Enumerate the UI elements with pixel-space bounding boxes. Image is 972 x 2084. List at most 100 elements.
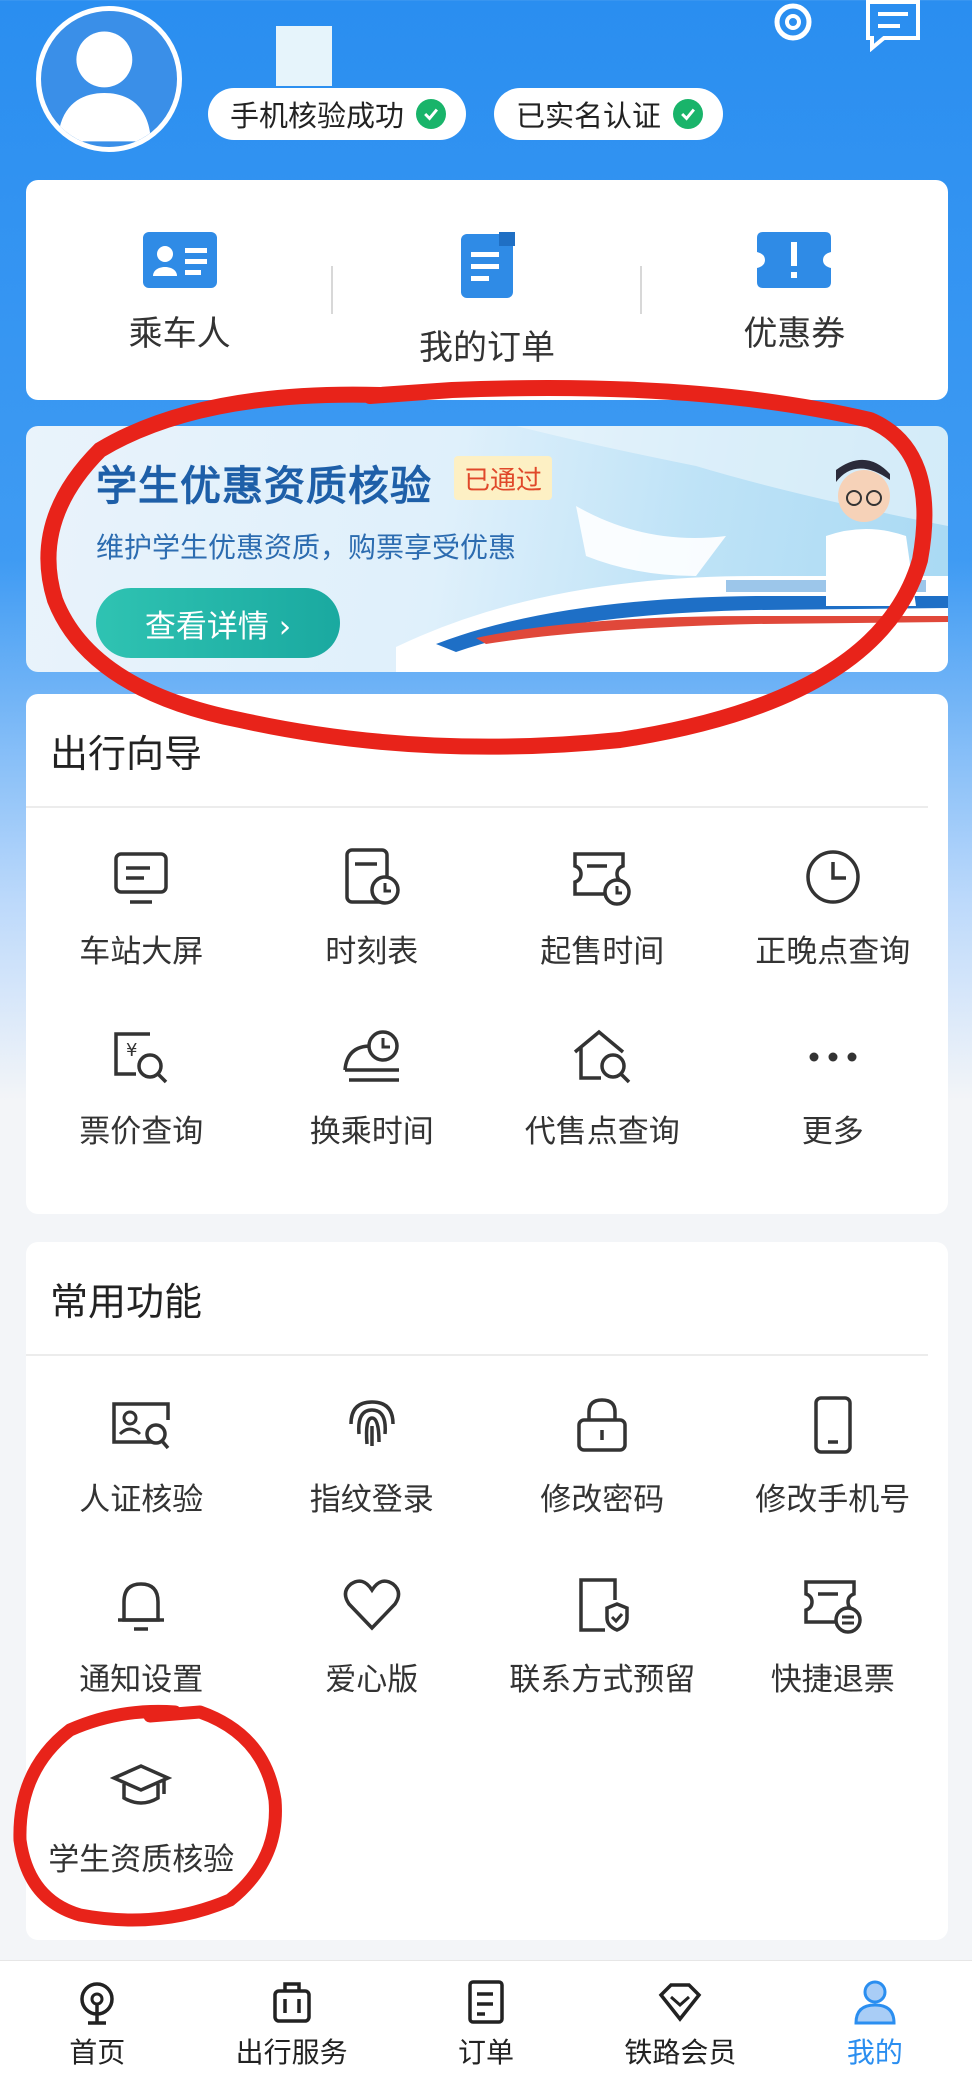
passengers-label: 乘车人 [128,314,231,354]
change-password-item[interactable]: 修改密码 [487,1394,718,1574]
timetable-item[interactable]: 时刻表 [257,846,488,1026]
messages-button[interactable] [862,0,924,53]
svg-text:¥: ¥ [126,1040,137,1061]
tab-label: 铁路会员 [624,2036,737,2069]
item-label: 时刻表 [325,934,419,970]
more-icon [809,1052,857,1062]
badge-label: 已实名认证 [516,99,662,133]
badge-label: 手机核验成功 [230,99,405,133]
item-label: 起售时间 [540,934,665,970]
banner-title: 学生优惠资质核验 [96,462,432,510]
contact-reserve-item[interactable]: 联系方式预留 [487,1574,718,1754]
price-search-icon: ¥ [114,1032,168,1084]
tab-label: 订单 [458,2036,515,2069]
tab-label: 首页 [69,2036,126,2069]
refund-ticket-icon [804,1580,862,1634]
id-verify-icon [112,1402,170,1450]
item-label: 代售点查询 [524,1114,680,1150]
passengers-button[interactable]: 乘车人 [26,180,333,400]
station-screen-icon [114,852,168,904]
item-label: 联系方式预留 [509,1662,696,1698]
change-phone-item[interactable]: 修改手机号 [718,1394,949,1574]
order-icon [468,1980,504,2024]
tab-travel-service[interactable]: 出行服务 [194,1961,388,2084]
clock-icon [806,850,860,904]
phone-verified-badge: 手机核验成功 [208,88,467,140]
student-qualification-banner[interactable]: 学生优惠资质核验 已通过 维护学生优惠资质，购票享受优惠 查看详情 › [26,426,948,672]
id-verify-item[interactable]: 人证核验 [26,1394,257,1574]
avatar[interactable] [36,6,182,152]
tab-home[interactable]: 首页 [0,1961,194,2084]
item-label: 学生资质核验 [48,1842,235,1878]
station-screen-item[interactable]: 车站大屏 [26,846,257,1026]
section-title: 出行向导 [26,694,928,808]
sale-time-icon [573,852,631,906]
username-redacted [276,26,332,86]
my-orders-button[interactable]: 我的订单 [333,180,640,400]
check-icon [416,99,447,129]
graduation-cap-icon [110,1764,173,1805]
banner-subtitle: 维护学生优惠资质，购票享受优惠 [96,531,517,564]
tab-mine[interactable]: 我的 [778,1961,972,2084]
common-functions-section: 常用功能 人证核验 指纹登录 修改密码 修改手机号 通知设置 爱心版 联系方式预… [26,1242,948,1940]
quick-actions-card: 乘车人 我的订单 优惠券 [26,180,948,400]
person-icon [854,1980,896,2025]
travel-guide-section: 出行向导 车站大屏 时刻表 起售时间 正晚点查询 ¥ 票价查询 换乘时间 代售点… [26,694,948,1214]
luggage-icon [272,1982,311,2023]
agency-search-icon [574,1029,631,1084]
item-label: 通知设置 [79,1662,204,1698]
coupons-button[interactable]: 优惠券 [641,180,948,400]
item-label: 更多 [801,1114,864,1150]
check-icon [673,99,704,129]
status-badge: 已通过 [454,456,553,500]
agency-query-item[interactable]: 代售点查询 [487,1026,718,1206]
coupon-icon [757,232,832,288]
transfer-time-icon [343,1030,399,1082]
tab-orders[interactable]: 订单 [389,1961,583,2084]
bell-icon [118,1582,165,1631]
id-card-icon [142,232,217,288]
home-icon [80,1982,114,2025]
price-query-item[interactable]: ¥ 票价查询 [26,1026,257,1206]
contact-shield-icon [579,1578,629,1632]
item-label: 指纹登录 [309,1482,434,1518]
tab-railway-member[interactable]: 铁路会员 [583,1961,777,2084]
lock-icon [577,1398,627,1452]
punctuality-query-item[interactable]: 正晚点查询 [718,846,949,1026]
fingerprint-icon [349,1400,395,1446]
my-orders-label: 我的订单 [418,328,555,368]
heart-icon [343,1579,400,1631]
quick-refund-item[interactable]: 快捷退票 [718,1574,949,1754]
sale-time-item[interactable]: 起售时间 [487,846,718,1026]
notification-settings-item[interactable]: 通知设置 [26,1574,257,1754]
view-details-button[interactable]: 查看详情 › [96,588,340,658]
item-label: 修改密码 [540,1482,665,1518]
tab-label: 出行服务 [235,2036,348,2069]
timetable-icon [345,848,400,905]
item-label: 换乘时间 [309,1114,434,1150]
item-label: 票价查询 [79,1114,204,1150]
item-label: 人证核验 [79,1482,204,1518]
tab-label: 我的 [846,2036,903,2069]
transfer-time-item[interactable]: 换乘时间 [257,1026,488,1206]
item-label: 车站大屏 [79,934,204,970]
item-label: 正晚点查询 [755,934,911,970]
more-item[interactable]: 更多 [718,1026,949,1206]
item-label: 快捷退票 [770,1662,895,1698]
coupons-label: 优惠券 [743,314,846,354]
section-title: 常用功能 [26,1242,928,1356]
phone-icon [814,1396,852,1454]
realname-verified-badge: 已实名认证 [494,88,724,140]
item-label: 修改手机号 [755,1482,911,1518]
item-label: 爱心版 [325,1662,419,1698]
care-mode-item[interactable]: 爱心版 [257,1574,488,1754]
order-doc-icon [460,232,515,298]
default-avatar-icon [57,31,151,142]
student-qualification-item[interactable]: 学生资质核验 [26,1754,257,1934]
message-icon [866,0,920,53]
gear-icon [774,3,812,41]
bottom-tab-bar: 首页 出行服务 订单 铁路会员 我的 [0,1960,972,2084]
fingerprint-login-item[interactable]: 指纹登录 [257,1394,488,1574]
settings-button[interactable] [762,0,824,52]
member-gem-icon [659,1983,702,2022]
